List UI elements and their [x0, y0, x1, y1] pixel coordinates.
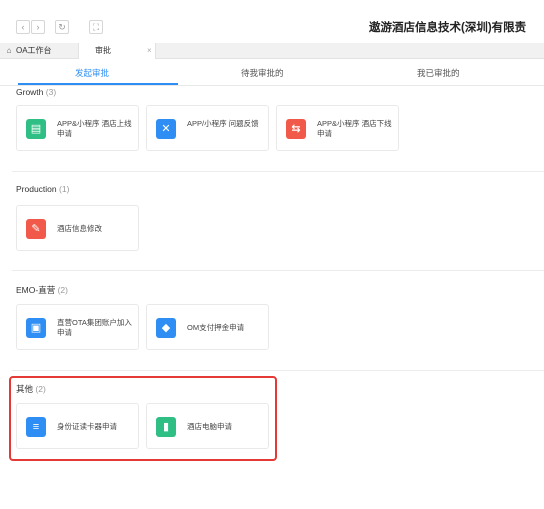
- form-card-hotel-offline[interactable]: ⇆ APP&小程序 酒店下线申请: [276, 105, 399, 151]
- tab-approval[interactable]: 审批 ×: [78, 43, 156, 59]
- card-label: 酒店电脑申请: [187, 422, 232, 431]
- home-icon: ⌂: [6, 46, 12, 55]
- tab-label: 审批: [95, 46, 111, 55]
- company-name[interactable]: 遨游酒店信息技术(深圳)有限责: [369, 19, 526, 35]
- card-label: APP&小程序 酒店下线申请: [317, 119, 392, 138]
- swap-icon: ⇆: [286, 119, 306, 139]
- section-title-growth: Growth (3): [16, 87, 57, 97]
- chevron-down-icon[interactable]: ▾: [522, 21, 526, 29]
- section-title-emo-direct: EMO-直营 (2): [16, 285, 68, 295]
- section-divider: [12, 270, 544, 271]
- form-card-hotel-computer[interactable]: ▮ 酒店电脑申请: [146, 403, 269, 449]
- section-divider: [12, 370, 544, 371]
- form-card-id-reader[interactable]: ≡ 身份证读卡器申请: [16, 403, 139, 449]
- clipboard-icon: ▤: [26, 119, 46, 139]
- card-label: 身份证读卡器申请: [57, 422, 117, 431]
- form-card-ota-group-account[interactable]: ▣ 直营OTA集团账户加入申请: [16, 304, 139, 350]
- chevron-right-icon[interactable]: ›: [31, 20, 45, 34]
- form-card-issue-feedback[interactable]: ✕ APP/小程序 问题反馈: [146, 105, 269, 151]
- refresh-icon[interactable]: ↻: [55, 20, 69, 34]
- card-label: APP/小程序 问题反馈: [187, 119, 259, 128]
- form-card-om-deposit[interactable]: ◆ OM支付押金申请: [146, 304, 269, 350]
- section-divider: [12, 171, 544, 172]
- card-label: OM支付押金申请: [187, 323, 245, 332]
- close-icon[interactable]: ×: [147, 43, 152, 59]
- section-title-other: 其他 (2): [16, 384, 46, 394]
- active-tab-indicator: [18, 83, 178, 85]
- card-label: APP&小程序 酒店上线申请: [57, 119, 132, 138]
- id-card-icon: ≡: [26, 417, 46, 437]
- fullscreen-icon[interactable]: ⛶: [89, 20, 103, 34]
- form-card-hotel-launch[interactable]: ▤ APP&小程序 酒店上线申请: [16, 105, 139, 151]
- top-toolbar: ‹ › ↻ ⛶ 遨游酒店信息技术(深圳)有限责 ▾: [0, 0, 544, 43]
- subtab-approved-by-me[interactable]: 我已审批的: [417, 67, 460, 79]
- tools-icon: ✕: [156, 119, 176, 139]
- card-label: 直营OTA集团账户加入申请: [57, 318, 132, 337]
- subtab-pending-my-approval[interactable]: 待我审批的: [241, 67, 284, 79]
- tab-strip: ⌂ OA工作台 审批 ×: [0, 43, 544, 59]
- section-title-production: Production (1): [16, 184, 70, 194]
- document-edit-icon: ✎: [26, 219, 46, 239]
- chevron-left-icon[interactable]: ‹: [16, 20, 30, 34]
- card-label: 酒店信息修改: [57, 224, 102, 233]
- approval-subtabs: 发起审批 待我审批的 我已审批的: [0, 60, 544, 86]
- form-card-hotel-info-edit[interactable]: ✎ 酒店信息修改: [16, 205, 139, 251]
- tab-label: OA工作台: [16, 46, 52, 55]
- document-icon: ▮: [156, 417, 176, 437]
- diamond-icon: ◆: [156, 318, 176, 338]
- tab-oa-workbench[interactable]: ⌂ OA工作台: [4, 43, 74, 59]
- briefcase-icon: ▣: [26, 318, 46, 338]
- subtab-initiate-approval[interactable]: 发起审批: [75, 67, 109, 79]
